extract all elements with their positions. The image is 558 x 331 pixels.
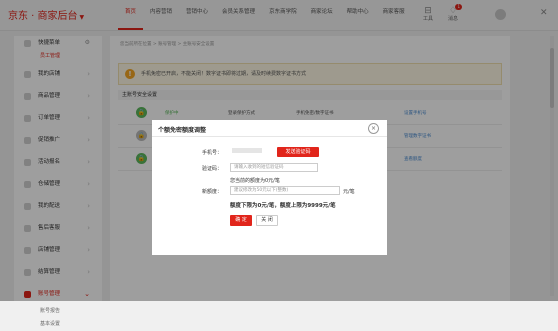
phone-label: 手机号： (201, 150, 222, 156)
new-limit-label: 新额度： (201, 189, 222, 195)
dialog-title: 个额免密额度调整 (158, 127, 207, 134)
limit-note: 额度下限为0元/笔，额度上限为9999元/笔 (230, 203, 336, 209)
limit-adjust-dialog: 个额免密额度调整 × 手机号： 发送验证码 验证码： 请输入收到的短信验证码 您… (152, 120, 387, 255)
unit-label: 元/笔 (343, 189, 355, 195)
phone-number-masked (232, 148, 262, 153)
current-limit-text: 您当前的额度为0元/笔 (230, 178, 280, 184)
confirm-button[interactable]: 确 定 (230, 215, 252, 226)
sidebar-sub-basic-settings[interactable]: 基本设置 (14, 318, 102, 331)
send-code-button[interactable]: 发送验证码 (277, 147, 319, 157)
code-label: 验证码： (201, 166, 222, 172)
cancel-button[interactable]: 关 闭 (256, 215, 278, 226)
sidebar-sub-account-report[interactable]: 账号报告 (14, 305, 102, 318)
dialog-close-icon[interactable]: × (368, 123, 379, 134)
code-input[interactable]: 请输入收到的短信验证码 (230, 163, 318, 172)
dialog-divider (152, 136, 387, 137)
new-limit-input[interactable]: 建议修改为50元以下(整数) (230, 186, 340, 195)
